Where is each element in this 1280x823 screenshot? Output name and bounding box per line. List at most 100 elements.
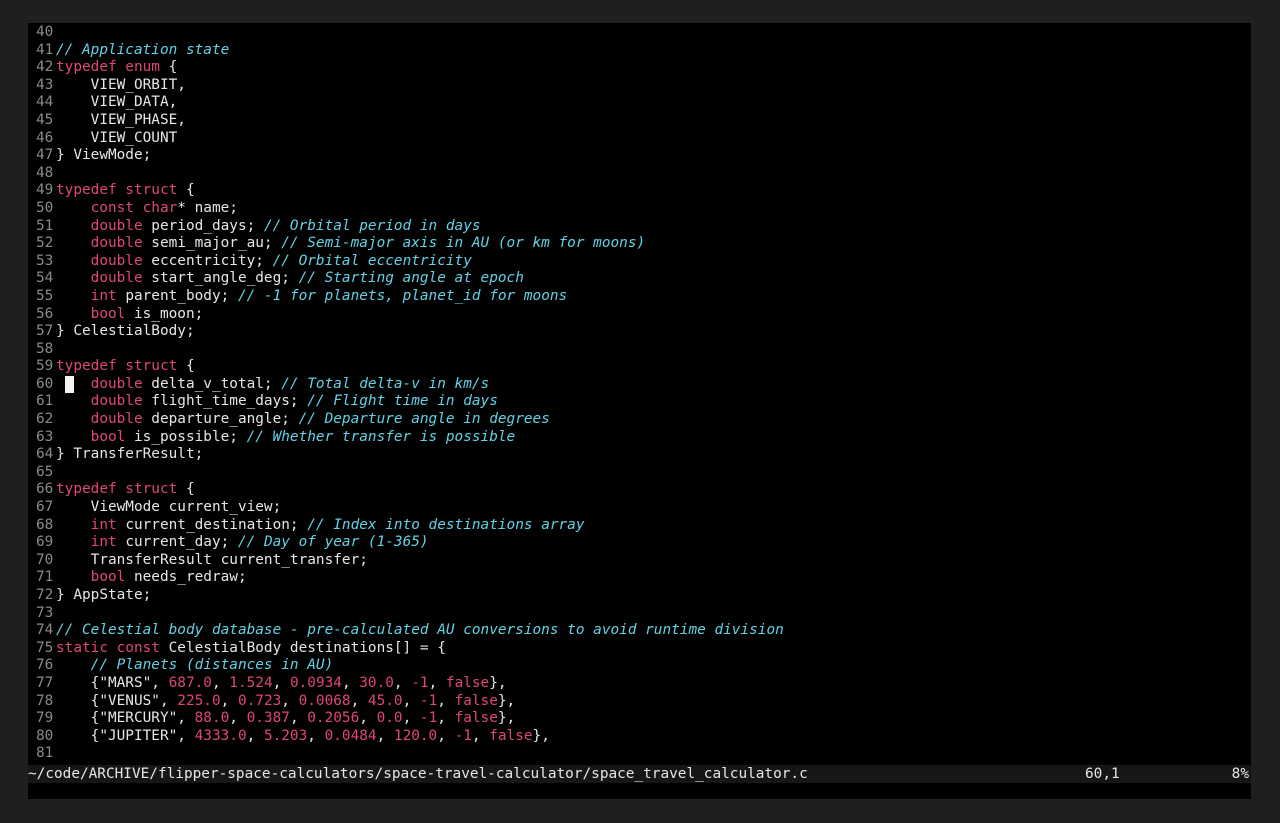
code-token: { xyxy=(177,182,195,199)
comment-token: // Starting angle at epoch xyxy=(298,270,524,287)
line-number: 46 xyxy=(36,129,54,146)
line-number: 50 xyxy=(36,199,54,216)
line-number: 40 xyxy=(36,24,54,40)
line-text: const char* name; xyxy=(56,200,238,218)
keyword-token: typedef struct xyxy=(56,182,178,199)
keyword-token: int xyxy=(90,287,117,304)
code-line[interactable]: 57} CelestialBody; xyxy=(28,323,1251,341)
code-token: current_day; xyxy=(116,534,238,551)
number-token: 0.0 xyxy=(376,710,403,727)
code-line[interactable]: 75 static const CelestialBody destination… xyxy=(28,640,1251,658)
code-line[interactable]: 66 typedef struct { xyxy=(28,481,1251,499)
line-number: 80 xyxy=(36,727,54,744)
code-line[interactable]: 67 ViewMode current_view; xyxy=(28,499,1251,517)
code-line[interactable]: 47} ViewMode; xyxy=(28,147,1251,165)
code-token: {"MERCURY", xyxy=(56,710,195,727)
code-line[interactable]: 45 VIEW_PHASE, xyxy=(28,112,1251,130)
code-line[interactable]: 81 xyxy=(28,745,1251,763)
code-token: ViewMode current_view; xyxy=(56,499,282,516)
code-token: , xyxy=(220,692,238,709)
line-number: 77 xyxy=(36,674,54,691)
keyword-token: typedef struct xyxy=(56,358,178,375)
code-token: , xyxy=(359,710,377,727)
code-line[interactable]: 62 double departure_angle; // Departure … xyxy=(28,411,1251,429)
code-editor[interactable]: 40 41// Application state 42 typedef enum {… xyxy=(28,23,1251,763)
code-line[interactable]: 64} TransferResult; xyxy=(28,446,1251,464)
code-token: , xyxy=(350,692,368,709)
line-number: 48 xyxy=(36,164,54,181)
comment-token: // Planets (distances in AU) xyxy=(90,657,334,674)
code-token: TransferResult current_transfer; xyxy=(56,551,368,568)
line-number: 74 xyxy=(36,622,54,639)
code-token: , xyxy=(428,674,446,691)
code-line[interactable]: 51 double period_days; // Orbital period… xyxy=(28,218,1251,236)
code-line[interactable]: 68 int current_destination; // Index int… xyxy=(28,517,1251,535)
status-bar: ~/code/ARCHIVE/flipper-space-calculators… xyxy=(28,765,1251,783)
line-number: 78 xyxy=(36,692,54,709)
comment-token: // Celestial body database - pre-calcula… xyxy=(56,622,784,639)
code-line[interactable]: 71 bool needs_redraw; xyxy=(28,569,1251,587)
line-text: ViewMode current_view; xyxy=(56,499,282,517)
keyword-token: double xyxy=(90,411,143,428)
code-line[interactable]: 77 {"MARS", 687.0, 1.524, 0.0934, 30.0, … xyxy=(28,675,1251,693)
code-line[interactable]: 56 bool is_moon; xyxy=(28,306,1251,324)
code-line[interactable]: 43 VIEW_ORBIT, xyxy=(28,77,1251,95)
code-token: { xyxy=(177,481,195,498)
code-line[interactable]: 48 xyxy=(28,165,1251,183)
code-line[interactable]: 73 xyxy=(28,605,1251,623)
code-line[interactable]: 76 // Planets (distances in AU) xyxy=(28,657,1251,675)
code-line[interactable]: 41// Application state xyxy=(28,42,1251,60)
code-line[interactable]: 40 xyxy=(28,24,1251,42)
number-token: 1.524 xyxy=(229,674,273,691)
number-token: -1 xyxy=(419,710,438,727)
line-number: 49 xyxy=(36,182,54,199)
code-token: , xyxy=(437,692,455,709)
code-line[interactable]: 79 {"MERCURY", 88.0, 0.387, 0.2056, 0.0,… xyxy=(28,710,1251,728)
line-text: VIEW_PHASE, xyxy=(56,112,186,130)
number-token: 687.0 xyxy=(168,674,212,691)
keyword-token: const char xyxy=(90,199,178,216)
line-text: bool is_moon; xyxy=(56,306,204,324)
code-line[interactable]: 44 VIEW_DATA, xyxy=(28,94,1251,112)
code-line[interactable]: 80 {"JUPITER", 4333.0, 5.203, 0.0484, 12… xyxy=(28,728,1251,746)
keyword-token: double xyxy=(90,393,143,410)
code-line[interactable]: 61 double flight_time_days; // Flight ti… xyxy=(28,393,1251,411)
code-token: , xyxy=(229,710,247,727)
code-line[interactable]: 60 double delta_v_total; // Total delta-… xyxy=(28,375,1251,394)
status-cursor-position: 60,1 xyxy=(1085,766,1120,782)
code-line[interactable]: 70 TransferResult current_transfer; xyxy=(28,552,1251,570)
number-token: 120.0 xyxy=(393,727,438,744)
code-line[interactable]: 65 xyxy=(28,464,1251,482)
code-line[interactable]: 46 VIEW_COUNT xyxy=(28,130,1251,148)
line-text: // Planets (distances in AU) xyxy=(56,657,334,675)
code-line[interactable]: 54 double start_angle_deg; // Starting a… xyxy=(28,270,1251,288)
code-line[interactable]: 78 {"VENUS", 225.0, 0.723, 0.0068, 45.0,… xyxy=(28,693,1251,711)
code-token: delta_v_total; xyxy=(142,375,282,392)
code-line[interactable]: 50 const char* name; xyxy=(28,200,1251,218)
line-number: 60 xyxy=(36,375,54,392)
line-number: 41 xyxy=(36,41,54,58)
comment-token: // Orbital eccentricity xyxy=(272,252,472,269)
comment-token: // -1 for planets, planet_id for moons xyxy=(237,287,568,304)
code-line[interactable]: 42 typedef enum { xyxy=(28,59,1251,77)
keyword-token: false xyxy=(454,710,498,727)
code-line[interactable]: 49 typedef struct { xyxy=(28,182,1251,200)
code-line[interactable]: 55 int parent_body; // -1 for planets, p… xyxy=(28,288,1251,306)
line-text: double flight_time_days; // Flight time … xyxy=(56,393,498,411)
line-number: 81 xyxy=(36,745,54,762)
code-line[interactable]: 72} AppState; xyxy=(28,587,1251,605)
code-line[interactable]: 58 xyxy=(28,341,1251,359)
line-number: 79 xyxy=(36,710,54,727)
code-line[interactable]: 63 bool is_possible; // Whether transfer… xyxy=(28,429,1251,447)
line-number: 58 xyxy=(36,340,54,357)
code-line[interactable]: 52 double semi_major_au; // Semi-major a… xyxy=(28,235,1251,253)
line-number: 56 xyxy=(36,305,54,322)
code-line[interactable]: 53 double eccentricity; // Orbital eccen… xyxy=(28,253,1251,271)
code-token: , xyxy=(402,692,420,709)
code-line[interactable]: 59 typedef struct { xyxy=(28,358,1251,376)
code-line[interactable]: 74// Celestial body database - pre-calcu… xyxy=(28,622,1251,640)
code-token: eccentricity; xyxy=(142,252,273,269)
code-line[interactable]: 69 int current_day; // Day of year (1-36… xyxy=(28,534,1251,552)
